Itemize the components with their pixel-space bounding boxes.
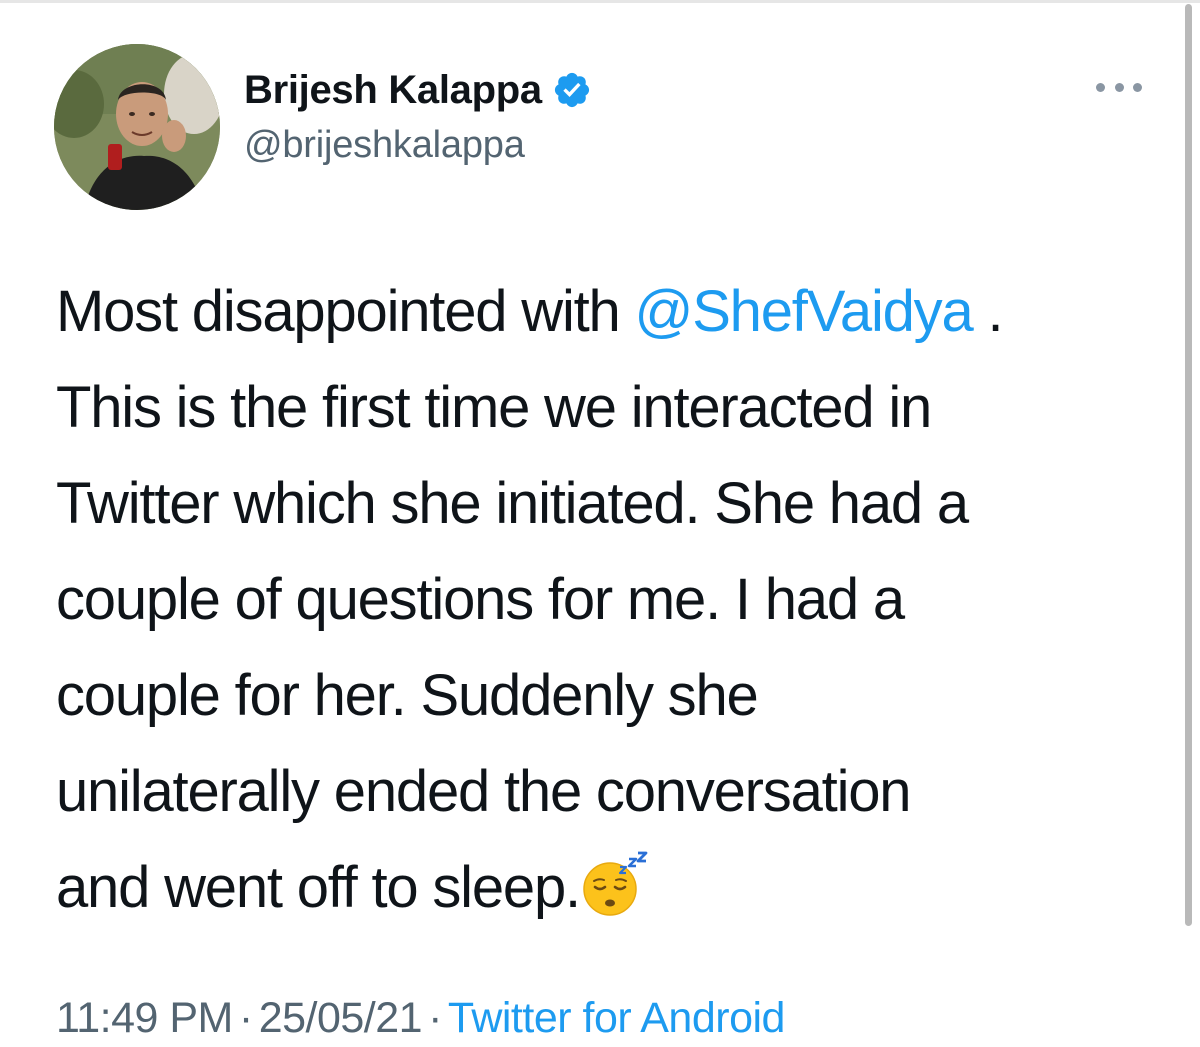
tweet-meta: 11:49 PM · 25/05/21 · Twitter for Android xyxy=(56,994,785,1043)
meta-separator: · xyxy=(428,994,442,1042)
sleeping-face-emoji-icon xyxy=(580,851,648,917)
tweet-text-segment: . xyxy=(972,279,1003,344)
avatar-photo xyxy=(54,44,220,210)
tweet-line: couple of questions for me. I had a xyxy=(56,567,905,632)
more-dot xyxy=(1114,82,1124,92)
avatar[interactable] xyxy=(54,44,220,210)
tweet-date[interactable]: 25/05/21 xyxy=(259,994,423,1042)
author-name-row: Brijesh Kalappa xyxy=(244,64,592,116)
more-dot xyxy=(1133,82,1142,92)
tweet-card: Brijesh Kalappa @brijeshkalappa Most dis… xyxy=(0,0,1200,1047)
tweet-text-segment: Most disappointed with xyxy=(56,279,635,344)
tweet-line: couple for her. Suddenly she xyxy=(56,663,759,728)
verified-badge-icon xyxy=(554,72,589,108)
tweet-line-last: and went off to sleep. xyxy=(56,840,1156,936)
tweet-time[interactable]: 11:49 PM xyxy=(56,994,233,1042)
tweet-line: This is the first time we interacted in xyxy=(56,375,932,440)
author-handle[interactable]: @brijeshkalappa xyxy=(244,124,525,167)
tweet-source-link[interactable]: Twitter for Android xyxy=(448,994,786,1042)
top-divider xyxy=(0,0,1200,3)
more-options-icon[interactable] xyxy=(1096,76,1142,98)
tweet-text: Most disappointed with @ShefVaidya . Thi… xyxy=(56,264,1156,936)
tweet-line: Most disappointed with @ShefVaidya . xyxy=(56,264,1156,360)
meta-separator: · xyxy=(238,994,253,1042)
mention-link[interactable]: @ShefVaidya xyxy=(635,279,974,344)
tweet-line: unilaterally ended the conversation xyxy=(56,759,912,824)
more-dot xyxy=(1096,82,1105,92)
tweet-line: Twitter which she initiated. She had a xyxy=(56,471,969,536)
author-display-name[interactable]: Brijesh Kalappa xyxy=(244,68,542,113)
tweet-text-segment: and went off to sleep. xyxy=(56,855,581,920)
scrollbar[interactable] xyxy=(1185,4,1192,926)
